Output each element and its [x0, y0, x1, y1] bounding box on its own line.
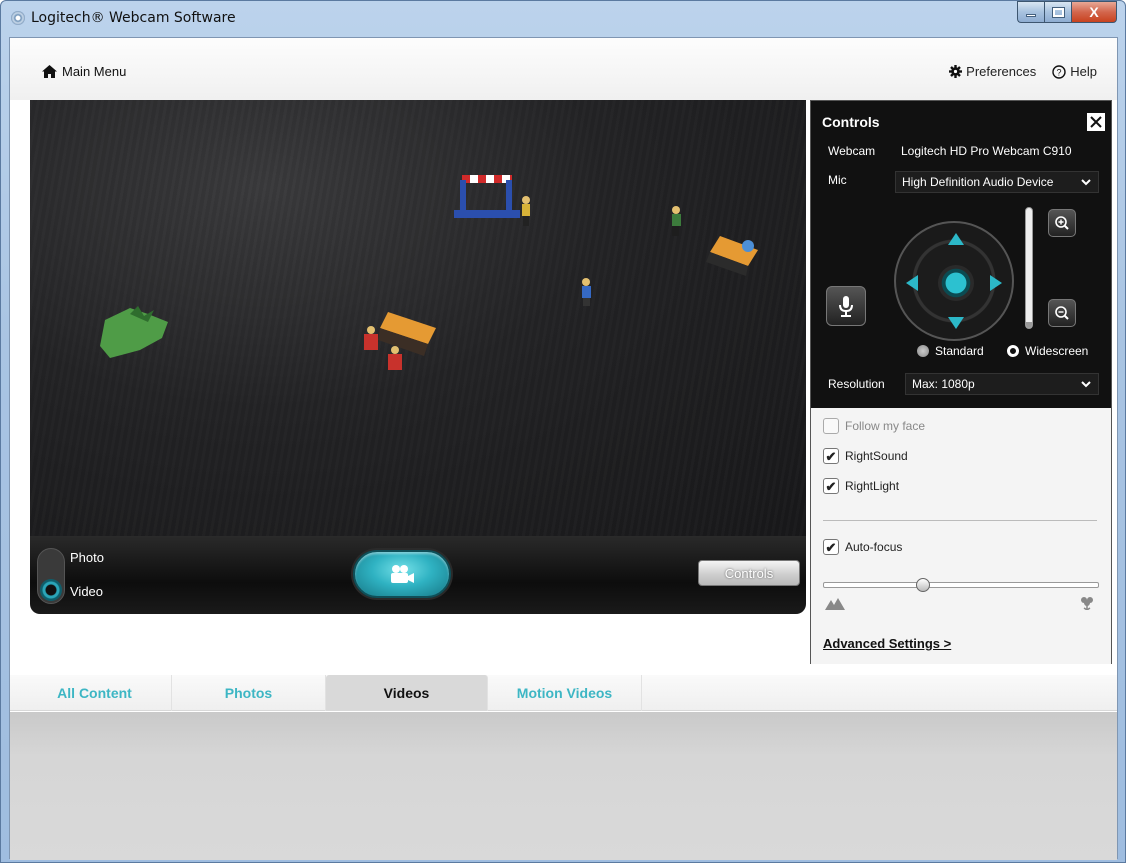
advanced-settings-link[interactable]: Advanced Settings > — [823, 636, 951, 651]
mode-switch-knob[interactable] — [40, 579, 62, 601]
content-tabs: All Content Photos Videos Motion Videos — [10, 675, 1117, 711]
help-circle-icon: ? — [1052, 64, 1066, 79]
title-bar[interactable]: Logitech® Webcam Software X — [1, 1, 1125, 37]
tab-photos[interactable]: Photos — [172, 675, 326, 711]
maximize-button[interactable] — [1044, 1, 1071, 23]
zoom-out-icon — [1055, 306, 1069, 320]
capture-bar: Photo Video Controls — [30, 536, 806, 614]
aspect-standard-radio[interactable] — [917, 345, 929, 357]
pan-right-button[interactable] — [990, 275, 1002, 291]
zoom-in-icon — [1055, 216, 1069, 230]
zoom-out-button[interactable] — [1048, 299, 1076, 327]
aspect-widescreen-label: Widescreen — [1025, 344, 1089, 358]
controls-toggle-button[interactable]: Controls — [698, 560, 800, 586]
tab-videos[interactable]: Videos — [326, 675, 488, 711]
resolution-select[interactable]: Max: 1080p — [905, 373, 1099, 395]
camera-preview — [30, 100, 806, 536]
record-button[interactable] — [353, 550, 451, 598]
minimize-icon — [1026, 13, 1036, 17]
rightsound-checkbox[interactable]: ✔ — [823, 448, 839, 464]
aspect-standard-option[interactable]: Standard — [917, 344, 984, 358]
pan-up-button[interactable] — [948, 233, 964, 245]
rightlight-label: RightLight — [845, 479, 900, 493]
controls-panel: Controls Webcam Logitech HD Pro Webcam C… — [810, 100, 1112, 664]
aspect-standard-label: Standard — [935, 344, 984, 358]
preview-scene — [100, 175, 758, 370]
minimize-button[interactable] — [1017, 1, 1044, 23]
tab-motion-videos[interactable]: Motion Videos — [488, 675, 642, 711]
zoom-slider-fill — [1026, 322, 1032, 328]
client-area: Main Menu Preferences ? Help Photo Video… — [9, 37, 1118, 860]
follow-face-label: Follow my face — [845, 419, 926, 433]
top-right-menu: Preferences ? Help — [949, 64, 1097, 79]
close-icon — [1090, 116, 1102, 128]
top-bar: Main Menu Preferences ? Help — [10, 38, 1117, 100]
follow-face-option[interactable]: Follow my face — [823, 418, 925, 434]
close-window-button[interactable]: X — [1071, 1, 1117, 23]
rightsound-label: RightSound — [845, 449, 908, 463]
resolution-label: Resolution — [828, 377, 885, 391]
mountains-icon — [825, 598, 845, 610]
mode-photo-label[interactable]: Photo — [70, 550, 104, 565]
microphone-icon — [839, 296, 853, 317]
close-icon: X — [1089, 4, 1099, 20]
home-icon — [42, 65, 57, 78]
focus-slider[interactable] — [823, 578, 1099, 592]
main-menu-label: Main Menu — [62, 64, 127, 79]
help-label: Help — [1070, 64, 1097, 79]
aspect-widescreen-radio[interactable] — [1007, 345, 1019, 357]
photo-video-switch[interactable] — [37, 548, 65, 604]
mic-label: Mic — [828, 173, 847, 187]
flower-icon — [1081, 597, 1093, 610]
gallery-area — [10, 712, 1117, 860]
gear-icon — [949, 65, 963, 78]
preferences-label: Preferences — [966, 64, 1037, 79]
pan-down-button[interactable] — [948, 317, 964, 329]
maximize-icon — [1051, 6, 1065, 18]
aspect-widescreen-option[interactable]: Widescreen — [1007, 344, 1088, 358]
app-icon — [11, 11, 25, 25]
tab-all-content[interactable]: All Content — [18, 675, 172, 711]
window-title: Logitech® Webcam Software — [31, 10, 236, 26]
pan-tilt-pad — [894, 221, 1014, 341]
preferences-link[interactable]: Preferences — [949, 64, 1036, 79]
chevron-down-icon — [1081, 381, 1091, 388]
svg-text:?: ? — [1057, 67, 1062, 77]
help-link[interactable]: ? Help — [1052, 64, 1097, 79]
follow-face-checkbox[interactable] — [823, 418, 839, 434]
chevron-down-icon — [1081, 179, 1091, 186]
zoom-in-button[interactable] — [1048, 209, 1076, 237]
mic-select[interactable]: High Definition Audio Device — [895, 171, 1099, 193]
mode-video-label[interactable]: Video — [70, 584, 103, 599]
webcam-label: Webcam — [828, 144, 876, 158]
rightlight-option[interactable]: ✔ RightLight — [823, 478, 899, 494]
autofocus-label: Auto-focus — [845, 540, 903, 554]
rightlight-checkbox[interactable]: ✔ — [823, 478, 839, 494]
webcam-value: Logitech HD Pro Webcam C910 — [901, 144, 1072, 158]
resolution-select-value: Max: 1080p — [912, 377, 975, 391]
close-controls-button[interactable] — [1087, 113, 1105, 131]
video-camera-icon — [391, 565, 414, 583]
mic-mute-button[interactable] — [826, 286, 866, 326]
autofocus-option[interactable]: ✔ Auto-focus — [823, 539, 902, 555]
rightsound-option[interactable]: ✔ RightSound — [823, 448, 908, 464]
zoom-slider[interactable] — [1025, 207, 1033, 329]
pan-left-button[interactable] — [906, 275, 918, 291]
options-divider — [823, 520, 1097, 521]
focus-slider-thumb[interactable] — [915, 578, 930, 592]
pan-center-button[interactable] — [938, 265, 974, 301]
controls-options: Follow my face ✔ RightSound ✔ RightLight… — [811, 408, 1111, 664]
window-buttons: X — [1017, 1, 1117, 23]
mic-select-value: High Definition Audio Device — [902, 175, 1054, 189]
controls-title: Controls — [822, 114, 880, 130]
main-menu-link[interactable]: Main Menu — [42, 64, 126, 79]
autofocus-checkbox[interactable]: ✔ — [823, 539, 839, 555]
app-window: Logitech® Webcam Software X Main Menu Pr… — [0, 0, 1126, 863]
